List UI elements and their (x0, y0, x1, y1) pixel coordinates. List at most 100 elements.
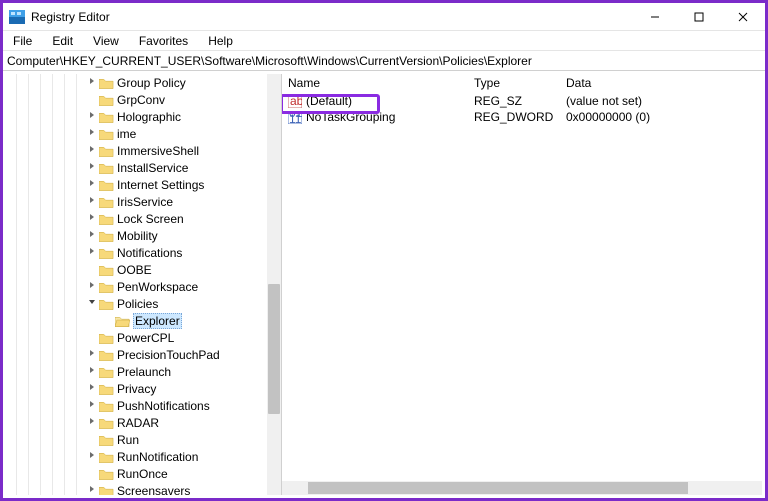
close-button[interactable] (721, 3, 765, 31)
folder-icon (99, 111, 114, 123)
chevron-down-icon[interactable] (86, 298, 98, 309)
value-type: REG_SZ (474, 94, 566, 108)
menu-favorites[interactable]: Favorites (133, 33, 194, 49)
folder-icon (99, 179, 114, 191)
tree-node-label: PowerCPL (117, 331, 174, 345)
tree-node-label: IrisService (117, 195, 173, 209)
folder-icon (99, 434, 114, 446)
tree-node[interactable]: Prelaunch (6, 363, 281, 380)
chevron-right-icon[interactable] (86, 145, 98, 156)
tree-node[interactable]: Run (6, 431, 281, 448)
tree-scrollbar[interactable] (267, 74, 281, 495)
chevron-right-icon[interactable] (86, 111, 98, 122)
tree-node[interactable]: Lock Screen (6, 210, 281, 227)
folder-icon (99, 264, 114, 276)
column-header-name[interactable]: Name (288, 76, 474, 90)
minimize-button[interactable] (633, 3, 677, 31)
menu-help[interactable]: Help (202, 33, 239, 49)
folder-icon (99, 230, 114, 242)
maximize-button[interactable] (677, 3, 721, 31)
chevron-right-icon[interactable] (86, 213, 98, 224)
value-type: REG_DWORD (474, 110, 566, 124)
chevron-right-icon[interactable] (86, 77, 98, 88)
chevron-right-icon[interactable] (86, 366, 98, 377)
folder-icon (99, 281, 114, 293)
tree-node[interactable]: PowerCPL (6, 329, 281, 346)
tree-node-label: GrpConv (117, 93, 165, 107)
value-name: (Default) (306, 94, 352, 108)
tree-node-label: RunNotification (117, 450, 198, 464)
chevron-right-icon[interactable] (86, 349, 98, 360)
chevron-right-icon[interactable] (86, 196, 98, 207)
column-header-type[interactable]: Type (474, 76, 566, 90)
menu-view[interactable]: View (87, 33, 125, 49)
tree-node-label: Run (117, 433, 139, 447)
chevron-right-icon[interactable] (86, 162, 98, 173)
chevron-right-icon[interactable] (86, 230, 98, 241)
tree-scrollbar-thumb[interactable] (268, 284, 280, 414)
tree-node-label: Policies (117, 297, 158, 311)
tree-node[interactable]: OOBE (6, 261, 281, 278)
tree-node[interactable]: ime (6, 125, 281, 142)
chevron-right-icon[interactable] (86, 400, 98, 411)
folder-icon (99, 349, 114, 361)
tree-node[interactable]: Screensavers (6, 482, 281, 495)
reg-string-icon (288, 95, 302, 108)
tree-node[interactable]: PushNotifications (6, 397, 281, 414)
tree-node[interactable]: Explorer (6, 312, 281, 329)
tree-node[interactable]: PenWorkspace (6, 278, 281, 295)
tree-node[interactable]: PrecisionTouchPad (6, 346, 281, 363)
menu-edit[interactable]: Edit (46, 33, 79, 49)
folder-icon (99, 247, 114, 259)
chevron-right-icon[interactable] (86, 247, 98, 258)
tree-node-label: Privacy (117, 382, 156, 396)
window-controls (633, 3, 765, 31)
folder-icon (99, 400, 114, 412)
chevron-right-icon[interactable] (86, 451, 98, 462)
tree-node[interactable]: RunOnce (6, 465, 281, 482)
tree-node-label: Holographic (117, 110, 181, 124)
folder-icon (99, 366, 114, 378)
tree-node[interactable]: IrisService (6, 193, 281, 210)
tree-node[interactable]: Privacy (6, 380, 281, 397)
values-pane[interactable]: Name Type Data (Default)REG_SZ(value not… (282, 74, 762, 495)
address-input[interactable] (7, 54, 761, 68)
value-row[interactable]: (Default)REG_SZ(value not set) (288, 93, 762, 109)
tree-node[interactable]: Notifications (6, 244, 281, 261)
menu-file[interactable]: File (7, 33, 38, 49)
tree-node[interactable]: ImmersiveShell (6, 142, 281, 159)
folder-icon (99, 485, 114, 496)
chevron-right-icon[interactable] (86, 417, 98, 428)
tree-node[interactable]: RunNotification (6, 448, 281, 465)
chevron-right-icon[interactable] (86, 383, 98, 394)
tree-node-label: Prelaunch (117, 365, 171, 379)
values-header: Name Type Data (288, 76, 762, 93)
chevron-right-icon[interactable] (86, 485, 98, 495)
folder-icon (99, 213, 114, 225)
values-h-scrollbar-thumb[interactable] (308, 482, 688, 494)
tree-node-label: PushNotifications (117, 399, 210, 413)
chevron-right-icon[interactable] (86, 281, 98, 292)
folder-icon (99, 162, 114, 174)
tree-pane[interactable]: Group Policy GrpConv HolographicimeImmersi… (6, 74, 282, 495)
value-row[interactable]: NoTaskGrouping REG_DWORD0x00000000 (0) (288, 109, 762, 125)
tree-node[interactable]: Internet Settings (6, 176, 281, 193)
chevron-right-icon[interactable] (86, 128, 98, 139)
tree-node[interactable]: Group Policy (6, 74, 281, 91)
tree-node-label: Explorer (133, 313, 182, 329)
folder-open-icon (115, 315, 130, 327)
column-header-data[interactable]: Data (566, 76, 762, 90)
tree-node-label: Screensavers (117, 484, 190, 496)
tree-node[interactable]: GrpConv (6, 91, 281, 108)
tree-node[interactable]: Mobility (6, 227, 281, 244)
value-data: 0x00000000 (0) (566, 110, 762, 124)
chevron-right-icon[interactable] (86, 179, 98, 190)
tree-node-label: PrecisionTouchPad (117, 348, 220, 362)
tree-node[interactable]: Holographic (6, 108, 281, 125)
tree-node[interactable]: RADAR (6, 414, 281, 431)
regedit-app-icon (9, 9, 25, 25)
value-name: NoTaskGrouping (306, 110, 395, 124)
tree-node[interactable]: Policies (6, 295, 281, 312)
tree-node[interactable]: InstallService (6, 159, 281, 176)
values-h-scrollbar[interactable] (282, 481, 762, 495)
